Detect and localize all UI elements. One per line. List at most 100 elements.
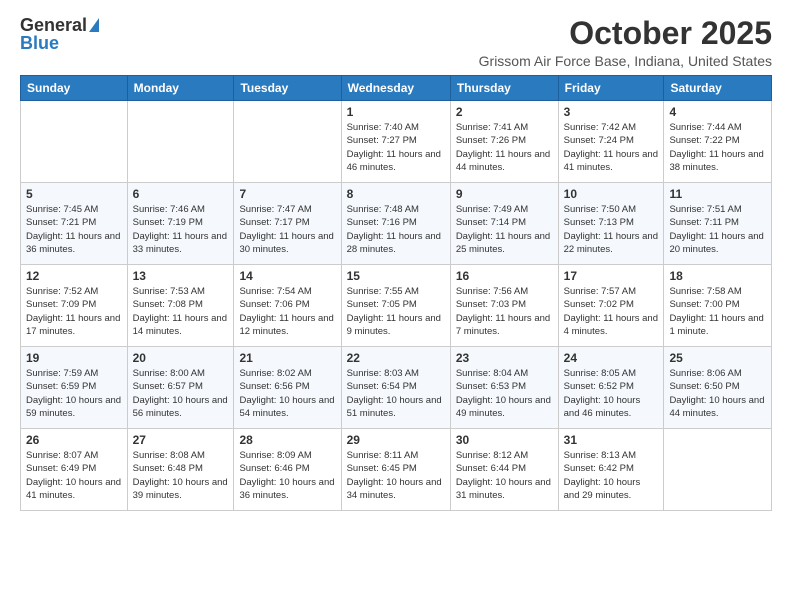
calendar-cell: 31Sunrise: 8:13 AM Sunset: 6:42 PM Dayli… bbox=[558, 429, 664, 511]
calendar-header-row: Sunday Monday Tuesday Wednesday Thursday… bbox=[21, 76, 772, 101]
calendar-cell: 23Sunrise: 8:04 AM Sunset: 6:53 PM Dayli… bbox=[450, 347, 558, 429]
calendar-cell: 24Sunrise: 8:05 AM Sunset: 6:52 PM Dayli… bbox=[558, 347, 664, 429]
col-tuesday: Tuesday bbox=[234, 76, 341, 101]
day-info: Sunrise: 8:08 AM Sunset: 6:48 PM Dayligh… bbox=[133, 449, 229, 502]
day-number: 10 bbox=[564, 187, 659, 201]
col-thursday: Thursday bbox=[450, 76, 558, 101]
calendar-cell: 3Sunrise: 7:42 AM Sunset: 7:24 PM Daylig… bbox=[558, 101, 664, 183]
calendar-cell: 14Sunrise: 7:54 AM Sunset: 7:06 PM Dayli… bbox=[234, 265, 341, 347]
calendar-cell: 15Sunrise: 7:55 AM Sunset: 7:05 PM Dayli… bbox=[341, 265, 450, 347]
page: General Blue October 2025 Grissom Air Fo… bbox=[0, 0, 792, 523]
calendar-cell bbox=[664, 429, 772, 511]
day-info: Sunrise: 8:09 AM Sunset: 6:46 PM Dayligh… bbox=[239, 449, 335, 502]
calendar-cell: 13Sunrise: 7:53 AM Sunset: 7:08 PM Dayli… bbox=[127, 265, 234, 347]
day-number: 26 bbox=[26, 433, 122, 447]
calendar-cell: 25 Sunrise: 8:06 AM Sunset: 6:50 PM Dayli… bbox=[664, 347, 772, 429]
day-number: 11 bbox=[669, 187, 766, 201]
calendar-cell: 17Sunrise: 7:57 AM Sunset: 7:02 PM Dayli… bbox=[558, 265, 664, 347]
calendar-cell bbox=[21, 101, 128, 183]
day-number: 16 bbox=[456, 269, 553, 283]
day-info: Sunrise: 7:48 AM Sunset: 7:16 PM Dayligh… bbox=[347, 203, 445, 256]
day-info: Sunrise: 7:50 AM Sunset: 7:13 PM Dayligh… bbox=[564, 203, 659, 256]
day-number: 2 bbox=[456, 105, 553, 119]
calendar-cell: 4 Sunrise: 7:44 AM Sunset: 7:22 PM Daylig… bbox=[664, 101, 772, 183]
col-wednesday: Wednesday bbox=[341, 76, 450, 101]
day-info: Sunrise: 7:55 AM Sunset: 7:05 PM Dayligh… bbox=[347, 285, 445, 338]
calendar-cell: 16 Sunrise: 7:56 AM Sunset: 7:03 PM Dayli… bbox=[450, 265, 558, 347]
logo-general-text: General bbox=[20, 16, 87, 34]
day-info: Sunrise: 8:00 AM Sunset: 6:57 PM Dayligh… bbox=[133, 367, 229, 420]
day-info: Sunrise: 8:13 AM Sunset: 6:42 PM Dayligh… bbox=[564, 449, 659, 502]
calendar-week-row: 19 Sunrise: 7:59 AM Sunset: 6:59 PM Dayli… bbox=[21, 347, 772, 429]
title-block: October 2025 Grissom Air Force Base, Ind… bbox=[479, 16, 772, 69]
day-info: Sunrise: 7:52 AM Sunset: 7:09 PM Dayligh… bbox=[26, 285, 122, 338]
day-info: Sunrise: 7:46 AM Sunset: 7:19 PM Dayligh… bbox=[133, 203, 229, 256]
calendar-cell: 10 Sunrise: 7:50 AM Sunset: 7:13 PM Dayli… bbox=[558, 183, 664, 265]
calendar-cell: 26 Sunrise: 8:07 AM Sunset: 6:49 PM Dayli… bbox=[21, 429, 128, 511]
day-info: Sunrise: 7:49 AM Sunset: 7:14 PM Dayligh… bbox=[456, 203, 553, 256]
day-info: Sunrise: 8:06 AM Sunset: 6:50 PM Dayligh… bbox=[669, 367, 766, 420]
day-info: Sunrise: 7:45 AM Sunset: 7:21 PM Dayligh… bbox=[26, 203, 122, 256]
calendar-cell: 5Sunrise: 7:45 AM Sunset: 7:21 PM Daylig… bbox=[21, 183, 128, 265]
calendar-cell bbox=[127, 101, 234, 183]
day-number: 6 bbox=[133, 187, 229, 201]
day-number: 20 bbox=[133, 351, 229, 365]
day-number: 1 bbox=[347, 105, 445, 119]
day-number: 9 bbox=[456, 187, 553, 201]
day-number: 3 bbox=[564, 105, 659, 119]
calendar-week-row: 12 Sunrise: 7:52 AM Sunset: 7:09 PM Dayli… bbox=[21, 265, 772, 347]
day-info: Sunrise: 8:04 AM Sunset: 6:53 PM Dayligh… bbox=[456, 367, 553, 420]
calendar-cell: 28 Sunrise: 8:09 AM Sunset: 6:46 PM Dayli… bbox=[234, 429, 341, 511]
day-number: 28 bbox=[239, 433, 335, 447]
col-friday: Friday bbox=[558, 76, 664, 101]
col-monday: Monday bbox=[127, 76, 234, 101]
calendar-week-row: 1Sunrise: 7:40 AM Sunset: 7:27 PM Daylig… bbox=[21, 101, 772, 183]
calendar-cell: 6 Sunrise: 7:46 AM Sunset: 7:19 PM Daylig… bbox=[127, 183, 234, 265]
calendar-cell: 21Sunrise: 8:02 AM Sunset: 6:56 PM Dayli… bbox=[234, 347, 341, 429]
calendar-cell: 1Sunrise: 7:40 AM Sunset: 7:27 PM Daylig… bbox=[341, 101, 450, 183]
day-info: Sunrise: 7:56 AM Sunset: 7:03 PM Dayligh… bbox=[456, 285, 553, 338]
calendar-week-row: 5Sunrise: 7:45 AM Sunset: 7:21 PM Daylig… bbox=[21, 183, 772, 265]
day-info: Sunrise: 7:51 AM Sunset: 7:11 PM Dayligh… bbox=[669, 203, 766, 256]
calendar-cell: 7Sunrise: 7:47 AM Sunset: 7:17 PM Daylig… bbox=[234, 183, 341, 265]
day-number: 4 bbox=[669, 105, 766, 119]
day-info: Sunrise: 7:57 AM Sunset: 7:02 PM Dayligh… bbox=[564, 285, 659, 338]
day-info: Sunrise: 8:12 AM Sunset: 6:44 PM Dayligh… bbox=[456, 449, 553, 502]
day-number: 13 bbox=[133, 269, 229, 283]
calendar-cell: 12 Sunrise: 7:52 AM Sunset: 7:09 PM Dayli… bbox=[21, 265, 128, 347]
day-info: Sunrise: 7:44 AM Sunset: 7:22 PM Dayligh… bbox=[669, 121, 766, 174]
day-number: 30 bbox=[456, 433, 553, 447]
col-sunday: Sunday bbox=[21, 76, 128, 101]
calendar-cell: 19 Sunrise: 7:59 AM Sunset: 6:59 PM Dayli… bbox=[21, 347, 128, 429]
day-number: 21 bbox=[239, 351, 335, 365]
month-title: October 2025 bbox=[479, 16, 772, 51]
day-number: 8 bbox=[347, 187, 445, 201]
logo: General Blue bbox=[20, 16, 99, 52]
calendar-cell: 27 Sunrise: 8:08 AM Sunset: 6:48 PM Dayli… bbox=[127, 429, 234, 511]
day-info: Sunrise: 8:07 AM Sunset: 6:49 PM Dayligh… bbox=[26, 449, 122, 502]
day-info: Sunrise: 7:59 AM Sunset: 6:59 PM Dayligh… bbox=[26, 367, 122, 420]
day-info: Sunrise: 7:47 AM Sunset: 7:17 PM Dayligh… bbox=[239, 203, 335, 256]
day-number: 19 bbox=[26, 351, 122, 365]
col-saturday: Saturday bbox=[664, 76, 772, 101]
day-number: 12 bbox=[26, 269, 122, 283]
calendar-week-row: 26 Sunrise: 8:07 AM Sunset: 6:49 PM Dayli… bbox=[21, 429, 772, 511]
day-info: Sunrise: 7:41 AM Sunset: 7:26 PM Dayligh… bbox=[456, 121, 553, 174]
day-number: 18 bbox=[669, 269, 766, 283]
calendar-cell: 29Sunrise: 8:11 AM Sunset: 6:45 PM Dayli… bbox=[341, 429, 450, 511]
calendar-cell: 9 Sunrise: 7:49 AM Sunset: 7:14 PM Daylig… bbox=[450, 183, 558, 265]
day-number: 22 bbox=[347, 351, 445, 365]
calendar-cell: 8 Sunrise: 7:48 AM Sunset: 7:16 PM Daylig… bbox=[341, 183, 450, 265]
calendar-cell: 18 Sunrise: 7:58 AM Sunset: 7:00 PM Dayli… bbox=[664, 265, 772, 347]
day-info: Sunrise: 8:03 AM Sunset: 6:54 PM Dayligh… bbox=[347, 367, 445, 420]
calendar-cell: 11 Sunrise: 7:51 AM Sunset: 7:11 PM Dayli… bbox=[664, 183, 772, 265]
calendar-cell: 22 Sunrise: 8:03 AM Sunset: 6:54 PM Dayli… bbox=[341, 347, 450, 429]
day-number: 27 bbox=[133, 433, 229, 447]
day-number: 14 bbox=[239, 269, 335, 283]
day-info: Sunrise: 8:11 AM Sunset: 6:45 PM Dayligh… bbox=[347, 449, 445, 502]
calendar-cell bbox=[234, 101, 341, 183]
day-number: 25 bbox=[669, 351, 766, 365]
calendar-cell: 2 Sunrise: 7:41 AM Sunset: 7:26 PM Daylig… bbox=[450, 101, 558, 183]
day-info: Sunrise: 7:58 AM Sunset: 7:00 PM Dayligh… bbox=[669, 285, 766, 338]
calendar-cell: 30 Sunrise: 8:12 AM Sunset: 6:44 PM Dayli… bbox=[450, 429, 558, 511]
